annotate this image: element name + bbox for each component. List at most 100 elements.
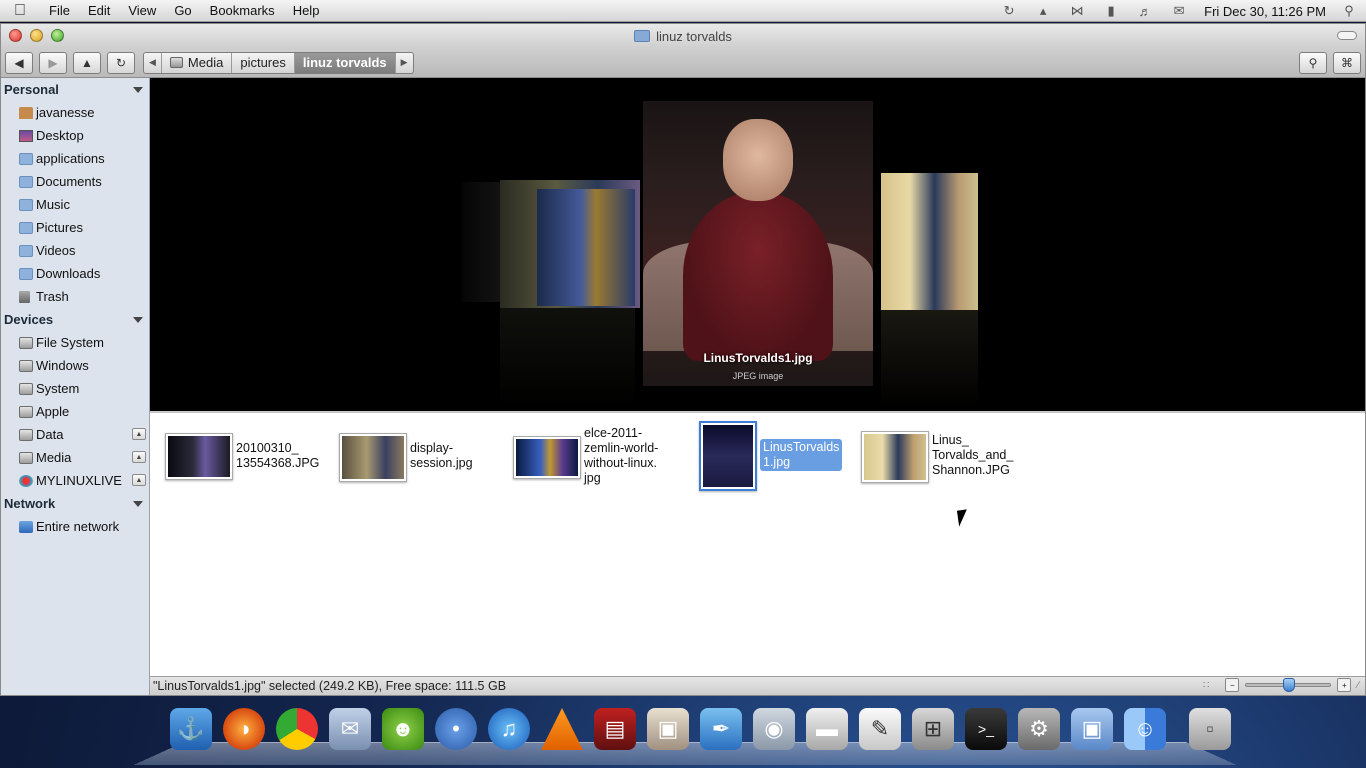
trash-icon[interactable]: ▫ bbox=[1189, 708, 1231, 750]
zoom-control: ∷ − + ∕ bbox=[1203, 678, 1359, 692]
breadcrumb-current[interactable]: linuz torvalds bbox=[294, 52, 396, 73]
close-button[interactable] bbox=[9, 29, 22, 42]
collapse-triangle-icon[interactable] bbox=[133, 316, 143, 323]
coverflow-reflection bbox=[881, 308, 978, 408]
pidgin-icon[interactable]: ☻ bbox=[382, 708, 424, 750]
view-mode-icon[interactable]: ∷ bbox=[1203, 680, 1209, 691]
sidebar-item-data[interactable]: Data ▲ bbox=[1, 423, 149, 446]
sidebar-section-personal[interactable]: Personal bbox=[1, 78, 149, 101]
anchor-icon[interactable]: ⚓ bbox=[170, 708, 212, 750]
sidebar-item-apple[interactable]: Apple bbox=[1, 400, 149, 423]
footprint-icon[interactable]: • bbox=[435, 708, 477, 750]
eject-icon[interactable]: ▲ bbox=[132, 428, 146, 440]
sidebar-item-windows[interactable]: Windows bbox=[1, 354, 149, 377]
itunes-icon[interactable]: ♫ bbox=[488, 708, 530, 750]
zoom-slider[interactable] bbox=[1245, 678, 1332, 692]
quill-icon[interactable]: ✒ bbox=[700, 708, 742, 750]
sidebar-item-pictures[interactable]: Pictures bbox=[1, 216, 149, 239]
file-item[interactable]: 20100310_ 13554368.JPG bbox=[165, 433, 319, 480]
sidebar-item-media[interactable]: Media ▲ bbox=[1, 446, 149, 469]
menu-go[interactable]: Go bbox=[165, 3, 200, 18]
file-item[interactable]: display- session.jpg bbox=[339, 433, 473, 482]
chrome-icon[interactable] bbox=[276, 708, 318, 750]
text-edit-icon[interactable]: ✎ bbox=[859, 708, 901, 750]
folder-icon[interactable]: ▣ bbox=[1071, 708, 1113, 750]
sidebar-item-music[interactable]: Music bbox=[1, 193, 149, 216]
minimize-button[interactable] bbox=[30, 29, 43, 42]
terminal-button[interactable]: ⌘ bbox=[1333, 52, 1361, 74]
calculator-icon[interactable]: ⊞ bbox=[912, 708, 954, 750]
breadcrumb-right-arrow-icon[interactable]: ▶ bbox=[396, 53, 413, 73]
file-name: elce-2011- zemlin-world- without-linux. … bbox=[584, 426, 659, 485]
coverflow-view[interactable]: LinusTorvalds1.jpg JPEG image bbox=[150, 78, 1365, 411]
breadcrumb-media[interactable]: Media bbox=[162, 52, 233, 73]
reload-button[interactable]: ↻ bbox=[107, 51, 135, 74]
sidebar-section-devices[interactable]: Devices bbox=[1, 308, 149, 331]
toolbar-toggle-button[interactable] bbox=[1337, 31, 1357, 40]
mail-icon[interactable]: ✉ bbox=[1168, 3, 1190, 19]
breadcrumb-pictures[interactable]: pictures bbox=[232, 52, 295, 73]
coverflow-thumb-elce-2011[interactable] bbox=[537, 189, 635, 306]
search-button[interactable]: ⚲ bbox=[1299, 52, 1327, 74]
sidebar-item-trash[interactable]: Trash bbox=[1, 285, 149, 308]
sidebar-item-entire-network[interactable]: Entire network bbox=[1, 515, 149, 538]
vlc-icon[interactable] bbox=[541, 708, 583, 750]
section-title: Devices bbox=[4, 312, 54, 327]
sidebar-section-network[interactable]: Network bbox=[1, 492, 149, 515]
finder-icon[interactable]: ☺ bbox=[1124, 708, 1166, 750]
camera-icon[interactable]: ◉ bbox=[753, 708, 795, 750]
terminal-icon[interactable]: >_ bbox=[965, 708, 1007, 750]
sidebar-item-file-system[interactable]: File System bbox=[1, 331, 149, 354]
breadcrumb-left-arrow-icon[interactable]: ◀ bbox=[144, 52, 162, 73]
forward-button[interactable]: ▶ bbox=[39, 51, 67, 74]
collapse-triangle-icon[interactable] bbox=[133, 86, 143, 93]
file-icon-view[interactable]: 20100310_ 13554368.JPG display- session.… bbox=[150, 411, 1365, 676]
sidebar-item-desktop[interactable]: Desktop bbox=[1, 124, 149, 147]
menu-help[interactable]: Help bbox=[284, 3, 329, 18]
bluetooth-icon[interactable]: ⋈ bbox=[1066, 3, 1088, 19]
spotlight-search-icon[interactable]: ⚲ bbox=[1338, 3, 1360, 19]
sidebar-item-javanesse[interactable]: javanesse bbox=[1, 101, 149, 124]
zoom-out-button[interactable]: − bbox=[1225, 678, 1240, 692]
photos-icon[interactable]: ▣ bbox=[647, 708, 689, 750]
file-thumbnail bbox=[165, 433, 233, 480]
settings-icon[interactable]: ⚙ bbox=[1018, 708, 1060, 750]
film-icon[interactable]: ▤ bbox=[594, 708, 636, 750]
menu-edit[interactable]: Edit bbox=[79, 3, 119, 18]
zoom-slider-knob[interactable] bbox=[1283, 678, 1296, 692]
firefox-icon[interactable]: ◑ bbox=[223, 708, 265, 750]
folder-icon bbox=[19, 152, 33, 165]
menu-bookmarks[interactable]: Bookmarks bbox=[201, 3, 284, 18]
title-bar[interactable]: linuz torvalds bbox=[1, 24, 1365, 48]
back-button[interactable]: ◀ bbox=[5, 51, 33, 74]
zoom-button[interactable] bbox=[51, 29, 64, 42]
sync-icon[interactable]: ↻ bbox=[998, 3, 1020, 19]
sidebar-item-downloads[interactable]: Downloads bbox=[1, 262, 149, 285]
sidebar-item-videos[interactable]: Videos bbox=[1, 239, 149, 262]
menu-view[interactable]: View bbox=[119, 3, 165, 18]
file-item-selected[interactable]: LinusTorvalds 1.jpg bbox=[699, 421, 843, 491]
sidebar-item-mylinuxlive[interactable]: MYLINUXLIVE ▲ bbox=[1, 469, 149, 492]
network-icon[interactable]: ▴ bbox=[1032, 3, 1054, 19]
mail-stamp-icon[interactable]: ✉ bbox=[329, 708, 371, 750]
sidebar-item-documents[interactable]: Documents bbox=[1, 170, 149, 193]
file-item[interactable]: Linus_ Torvalds_and_ Shannon.JPG bbox=[861, 431, 1013, 483]
coverflow-current-image[interactable]: LinusTorvalds1.jpg JPEG image bbox=[643, 101, 873, 386]
sidebar-item-applications[interactable]: applications bbox=[1, 147, 149, 170]
eject-icon[interactable]: ▲ bbox=[132, 451, 146, 463]
up-button[interactable]: ▲ bbox=[73, 51, 101, 74]
zoom-in-button[interactable]: + bbox=[1337, 678, 1352, 692]
coverflow-thumb-linus-and-shannon[interactable] bbox=[881, 173, 978, 310]
menu-clock[interactable]: Fri Dec 30, 11:26 PM bbox=[1204, 4, 1326, 19]
folder-icon bbox=[19, 244, 33, 257]
collapse-triangle-icon[interactable] bbox=[133, 500, 143, 507]
menu-file[interactable]: File bbox=[40, 3, 79, 18]
scanner-icon[interactable]: ▬ bbox=[806, 708, 848, 750]
file-item[interactable]: elce-2011- zemlin-world- without-linux. … bbox=[513, 426, 658, 486]
eject-icon[interactable]: ▲ bbox=[132, 474, 146, 486]
volume-icon[interactable]: ♬ bbox=[1134, 3, 1156, 19]
resize-grip-icon[interactable]: ∕ bbox=[1357, 680, 1359, 691]
apple-menu-icon[interactable]:  bbox=[0, 2, 40, 20]
sidebar-item-system[interactable]: System bbox=[1, 377, 149, 400]
battery-icon[interactable]: ▮ bbox=[1100, 3, 1122, 19]
